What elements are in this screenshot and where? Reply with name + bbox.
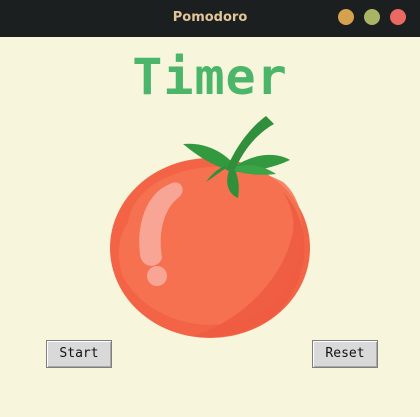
timer-heading: Timer (132, 48, 288, 106)
title-bar[interactable]: Pomodoro (0, 0, 420, 37)
app-window: Pomodoro Timer Start Reset (0, 0, 420, 417)
reset-button[interactable]: Reset (312, 340, 378, 368)
tomato-image (110, 116, 310, 338)
minimize-button[interactable] (338, 9, 354, 25)
maximize-button[interactable] (364, 9, 380, 25)
window-title: Pomodoro (172, 10, 248, 25)
start-button[interactable]: Start (46, 340, 112, 368)
close-button[interactable] (390, 9, 406, 25)
